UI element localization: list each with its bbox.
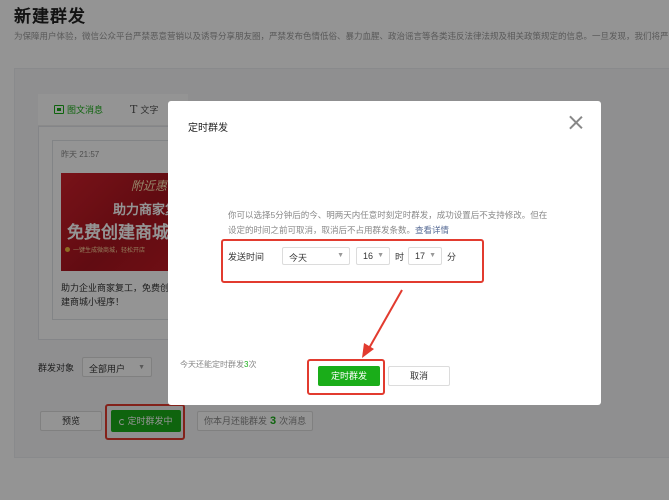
cancel-button[interactable]: 取消 (388, 366, 450, 386)
remaining-suffix: 次 (248, 360, 257, 369)
dialog-description-text: 你可以选择5分钟后的今、明两天内任意时刻定时群发，成功设置后不支持修改。但在设定… (228, 210, 548, 235)
detail-link[interactable]: 查看详情 (415, 225, 449, 235)
highlight-box-confirm-button (307, 359, 385, 395)
remaining-quota: 今天还能定时群发3次 (180, 359, 256, 370)
close-icon[interactable] (569, 115, 583, 129)
dialog-title: 定时群发 (188, 123, 228, 134)
highlight-box-send-time (221, 239, 484, 283)
schedule-dialog: 定时群发 你可以选择5分钟后的今、明两天内任意时刻定时群发，成功设置后不支持修改… (168, 101, 601, 405)
dialog-description: 你可以选择5分钟后的今、明两天内任意时刻定时群发，成功设置后不支持修改。但在设定… (228, 208, 548, 238)
remaining-prefix: 今天还能定时群发 (180, 360, 244, 369)
